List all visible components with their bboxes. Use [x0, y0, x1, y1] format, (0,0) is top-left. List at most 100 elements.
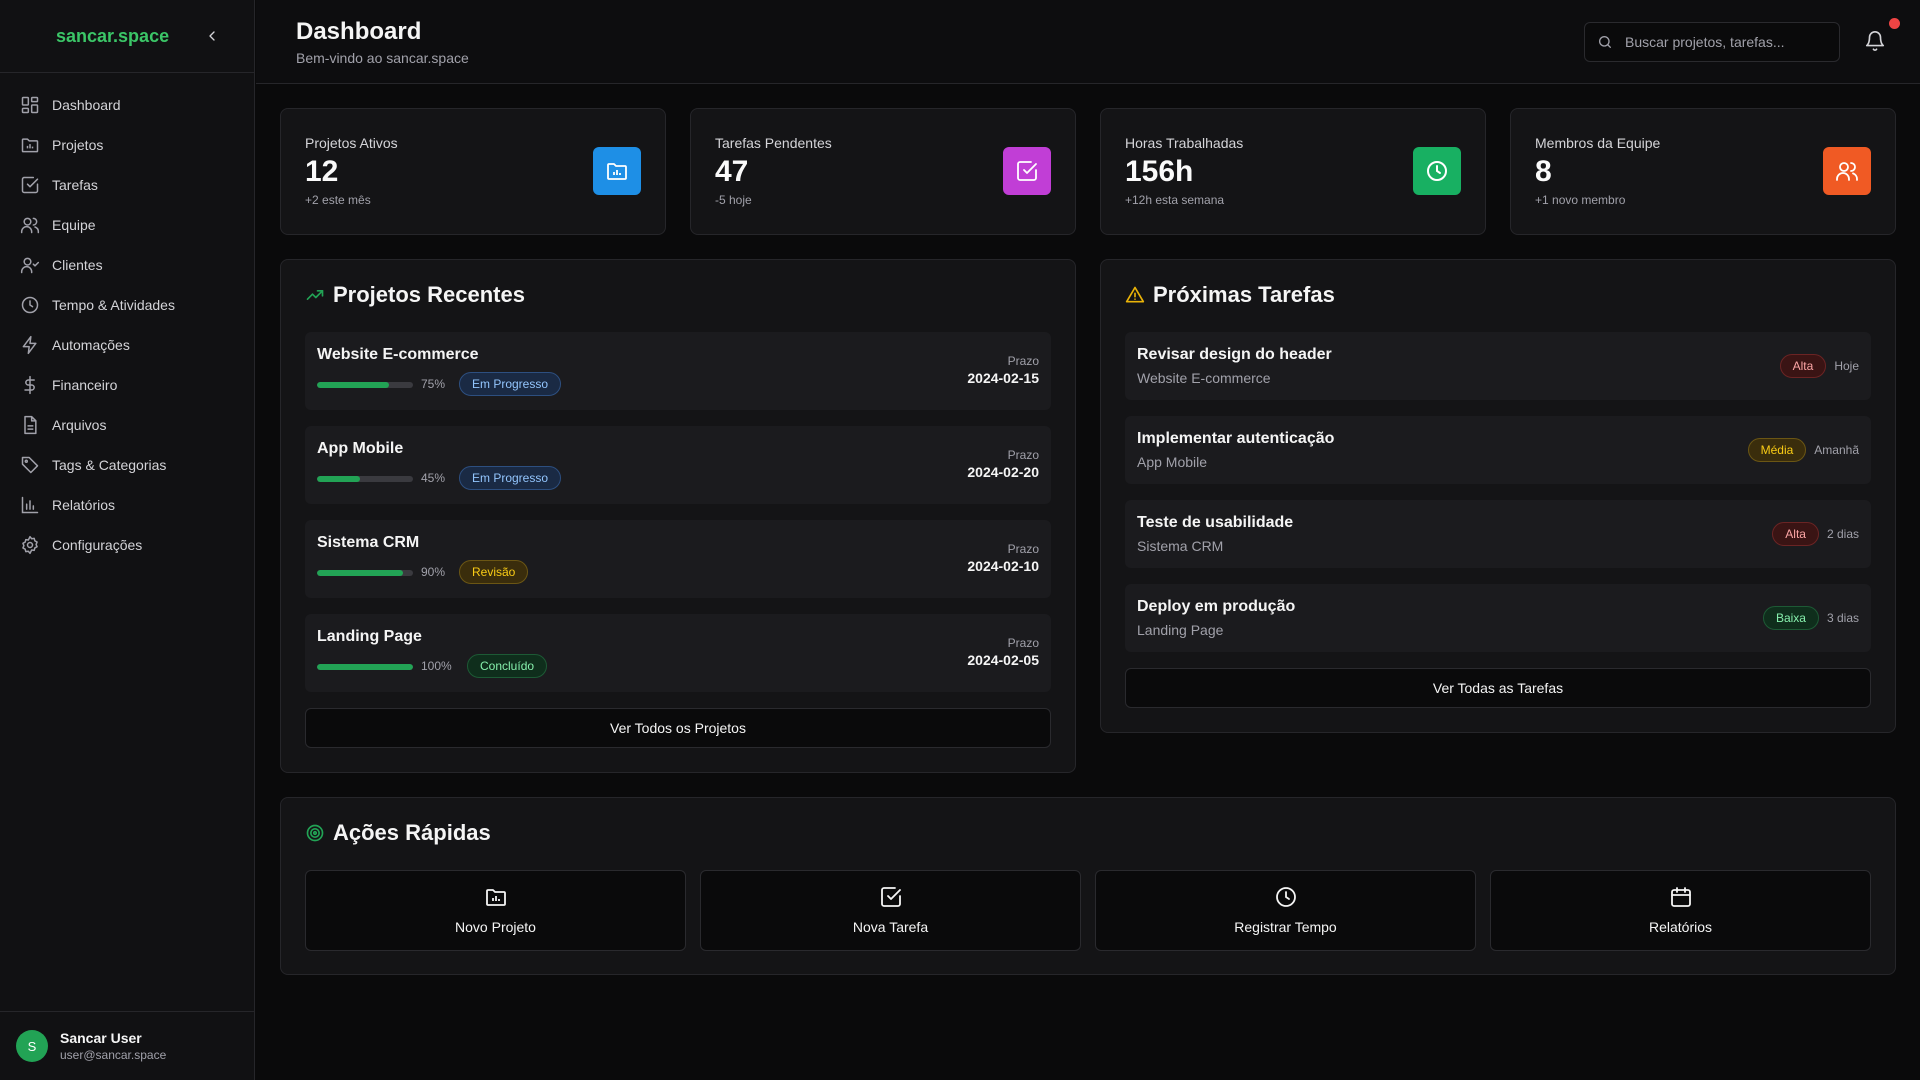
sidebar-item-dashboard[interactable]: Dashboard: [0, 85, 254, 125]
sidebar-item-configuracoes[interactable]: Configurações: [0, 525, 254, 565]
task-item[interactable]: Teste de usabilidade Sistema CRM Alta 2 …: [1125, 500, 1871, 568]
view-all-tasks-button[interactable]: Ver Todas as Tarefas: [1125, 668, 1871, 708]
progress-bar: [317, 664, 413, 670]
progress-bar: [317, 476, 413, 482]
sidebar: sancar.space Dashboard Projetos Tarefas …: [0, 0, 255, 1080]
notification-dot: [1889, 18, 1900, 29]
progress-percent: 75%: [421, 377, 446, 391]
sidebar-item-financeiro[interactable]: Financeiro: [0, 365, 254, 405]
search-input[interactable]: [1625, 34, 1825, 50]
clock-icon: [20, 295, 40, 315]
project-name: Landing Page: [317, 628, 422, 645]
task-name: Deploy em produção: [1137, 598, 1296, 615]
dollar-icon: [20, 375, 40, 395]
sidebar-item-tarefas[interactable]: Tarefas: [0, 165, 254, 205]
checkbox-icon: [20, 175, 40, 195]
stat-value: 156h: [1125, 155, 1194, 188]
brand-logo[interactable]: sancar.space: [56, 26, 169, 47]
sidebar-item-tags[interactable]: Tags & Categorias: [0, 445, 254, 485]
sidebar-item-automacoes[interactable]: Automações: [0, 325, 254, 365]
target-icon: [305, 823, 325, 843]
view-all-projects-button[interactable]: Ver Todos os Projetos: [305, 708, 1051, 748]
tag-icon: [20, 455, 40, 475]
folder-icon: [20, 135, 40, 155]
brand-bar: sancar.space: [0, 0, 254, 73]
users-icon: [20, 215, 40, 235]
clock-icon: [1274, 885, 1298, 909]
stat-label: Membros da Equipe: [1535, 135, 1661, 151]
progress-fill: [317, 664, 413, 670]
section-title-text: Próximas Tarefas: [1153, 282, 1335, 307]
section-title-text: Projetos Recentes: [333, 282, 525, 307]
folder-icon: [484, 885, 508, 909]
recent-projects-panel: Projetos Recentes Website E-commerce 75%…: [280, 259, 1076, 773]
project-name: App Mobile: [317, 440, 404, 457]
deadline-date: 2024-02-05: [967, 652, 1039, 668]
project-item[interactable]: Landing Page 100% Concluído Prazo 2024-0…: [305, 614, 1051, 692]
stat-value: 12: [305, 155, 339, 188]
sidebar-item-equipe[interactable]: Equipe: [0, 205, 254, 245]
log-time-button[interactable]: Registrar Tempo: [1095, 870, 1476, 951]
chevron-left-icon[interactable]: [200, 24, 224, 48]
sidebar-item-arquivos[interactable]: Arquivos: [0, 405, 254, 445]
project-item[interactable]: Sistema CRM 90% Revisão Prazo 2024-02-10: [305, 520, 1051, 598]
new-project-button[interactable]: Novo Projeto: [305, 870, 686, 951]
user-name: Sancar User: [60, 1030, 142, 1046]
progress-fill: [317, 570, 404, 576]
page-title: Dashboard: [296, 18, 422, 45]
file-icon: [20, 415, 40, 435]
quick-action-label: Relatórios: [1648, 919, 1713, 935]
task-item[interactable]: Deploy em produção Landing Page Baixa 3 …: [1125, 584, 1871, 652]
sidebar-nav: Dashboard Projetos Tarefas Equipe Client…: [0, 73, 254, 565]
sidebar-item-label: Configurações: [52, 537, 143, 553]
project-item[interactable]: App Mobile 45% Em Progresso Prazo 2024-0…: [305, 426, 1051, 504]
section-title: Projetos Recentes: [305, 282, 525, 308]
project-name: Website E-commerce: [317, 346, 479, 363]
sidebar-item-tempo[interactable]: Tempo & Atividades: [0, 285, 254, 325]
sidebar-item-label: Tags & Categorias: [52, 457, 167, 473]
sidebar-item-projetos[interactable]: Projetos: [0, 125, 254, 165]
sidebar-item-clientes[interactable]: Clientes: [0, 245, 254, 285]
progress-bar: [317, 570, 413, 576]
stat-change: -5 hoje: [715, 193, 752, 207]
task-item[interactable]: Revisar design do header Website E-comme…: [1125, 332, 1871, 400]
task-item[interactable]: Implementar autenticação App Mobile Médi…: [1125, 416, 1871, 484]
progress-percent: 90%: [421, 565, 446, 579]
users-icon: [1823, 147, 1871, 195]
sidebar-item-label: Financeiro: [52, 377, 118, 393]
new-task-button[interactable]: Nova Tarefa: [700, 870, 1081, 951]
user-profile[interactable]: S Sancar User user@sancar.space: [0, 1011, 255, 1080]
status-badge: Em Progresso: [459, 372, 562, 396]
bell-icon[interactable]: [1864, 30, 1886, 52]
section-title: Ações Rápidas: [305, 820, 491, 846]
quick-action-label: Nova Tarefa: [852, 919, 929, 935]
search-box[interactable]: [1584, 22, 1840, 62]
deadline-date: 2024-02-10: [967, 558, 1039, 574]
sidebar-item-label: Tempo & Atividades: [52, 297, 175, 313]
sidebar-item-label: Arquivos: [52, 417, 107, 433]
user-check-icon: [20, 255, 40, 275]
priority-badge: Baixa: [1762, 606, 1819, 630]
avatar: S: [16, 1030, 48, 1062]
upcoming-tasks-panel: Próximas Tarefas Revisar design do heade…: [1100, 259, 1896, 733]
project-item[interactable]: Website E-commerce 75% Em Progresso Praz…: [305, 332, 1051, 410]
status-badge: Concluído: [467, 654, 548, 678]
task-due: 2 dias: [1826, 527, 1859, 541]
sidebar-item-label: Tarefas: [52, 177, 98, 193]
stat-label: Projetos Ativos: [305, 135, 398, 151]
stat-card-projetos: Projetos Ativos 12 +2 este mês: [280, 108, 666, 235]
deadline-date: 2024-02-20: [967, 464, 1039, 480]
sidebar-item-label: Relatórios: [52, 497, 116, 513]
sidebar-item-relatorios[interactable]: Relatórios: [0, 485, 254, 525]
warning-icon: [1125, 285, 1145, 305]
progress-bar: [317, 382, 413, 388]
task-project: Website E-commerce: [1137, 370, 1271, 386]
bar-chart-icon: [20, 495, 40, 515]
stat-label: Horas Trabalhadas: [1125, 135, 1244, 151]
task-name: Revisar design do header: [1137, 346, 1332, 363]
sidebar-item-label: Projetos: [52, 137, 104, 153]
stat-value: 47: [715, 155, 749, 188]
user-email: user@sancar.space: [60, 1048, 167, 1062]
section-title-text: Ações Rápidas: [333, 820, 491, 845]
reports-button[interactable]: Relatórios: [1490, 870, 1871, 951]
